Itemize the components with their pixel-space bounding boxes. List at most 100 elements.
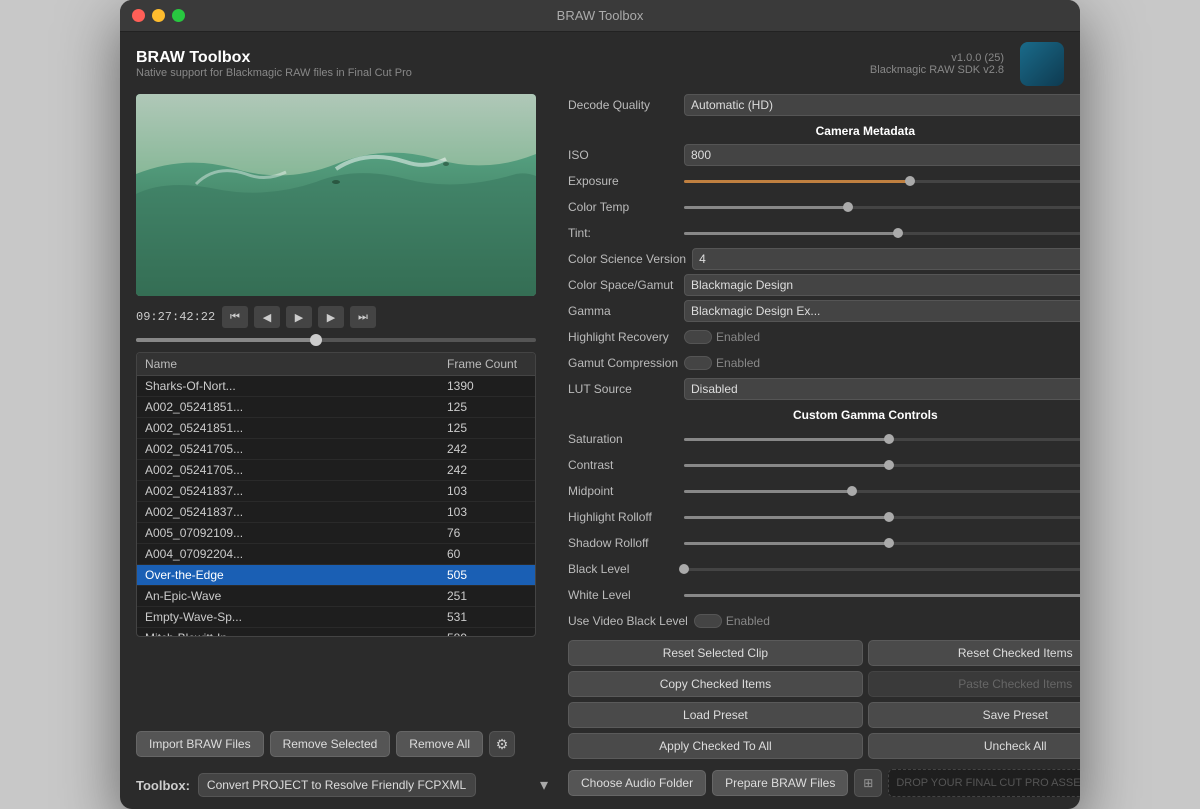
maximize-button[interactable] [172,9,185,22]
black-level-slider-container: 0.00 [684,562,1080,576]
settings-icon[interactable]: ⚙ [489,731,515,757]
lut-source-label: LUT Source [568,382,678,396]
shadow-rolloff-thumb[interactable] [884,538,894,548]
play-button[interactable]: ▶ [286,306,312,328]
color-science-row: Color Science Version 4 [568,248,1080,270]
exposure-thumb[interactable] [905,176,915,186]
white-level-label: White Level [568,588,678,602]
file-frames: 76 [447,526,527,540]
import-braw-button[interactable]: Import BRAW Files [136,731,264,757]
saturation-thumb[interactable] [884,434,894,444]
minimize-button[interactable] [152,9,165,22]
file-list-row[interactable]: A002_05241837...103 [137,502,535,523]
save-preset-button[interactable]: Save Preset [868,702,1080,728]
decode-quality-select[interactable]: Automatic (HD) [684,94,1080,116]
file-list-row[interactable]: Over-the-Edge505 [137,565,535,586]
file-list-header: Name Frame Count [137,353,535,376]
remove-all-button[interactable]: Remove All [396,731,483,757]
prepare-braw-files-button[interactable]: Prepare BRAW Files [712,770,848,796]
reset-checked-items-button[interactable]: Reset Checked Items [868,640,1080,666]
remove-selected-button[interactable]: Remove Selected [270,731,391,757]
import-buttons: Import BRAW Files Remove Selected Remove… [136,725,556,761]
contrast-slider[interactable] [684,464,1080,467]
tint-slider[interactable] [684,232,1080,235]
uncheck-all-button[interactable]: Uncheck All [868,733,1080,759]
scrubber-handle[interactable] [310,334,322,346]
close-button[interactable] [132,9,145,22]
contrast-thumb[interactable] [884,460,894,470]
highlight-recovery-toggle-bg[interactable] [684,330,712,344]
choose-audio-folder-button[interactable]: Choose Audio Folder [568,770,706,796]
drop-zone[interactable]: DROP YOUR FINAL CUT PRO ASSET HERE [888,769,1080,797]
file-name: An-Epic-Wave [145,589,447,603]
color-temp-thumb[interactable] [843,202,853,212]
file-list-row[interactable]: A002_05241837...103 [137,481,535,502]
midpoint-thumb[interactable] [847,486,857,496]
go-to-end-button[interactable]: ⏭ [350,306,376,328]
file-frames: 589 [447,631,527,636]
black-level-row: Black Level 0.00 [568,558,1080,580]
file-frames: 505 [447,568,527,582]
file-name: A005_07092109... [145,526,447,540]
step-back-button[interactable]: ◀ [254,306,280,328]
color-science-select[interactable]: 4 [692,248,1080,270]
file-name: A002_05241851... [145,421,447,435]
copy-checked-items-button[interactable]: Copy Checked Items [568,671,863,697]
highlight-recovery-value: Enabled [716,330,760,344]
reset-selected-clip-button[interactable]: Reset Selected Clip [568,640,863,666]
file-list: Name Frame Count Sharks-Of-Nort...1390A0… [136,352,536,637]
file-list-row[interactable]: Sharks-Of-Nort...1390 [137,376,535,397]
color-space-select[interactable]: Blackmagic Design [684,274,1080,296]
use-video-black-toggle-bg[interactable] [694,614,722,628]
file-list-row[interactable]: An-Epic-Wave251 [137,586,535,607]
black-level-label: Black Level [568,562,678,576]
gamma-select[interactable]: Blackmagic Design Ex... [684,300,1080,322]
tint-thumb[interactable] [893,228,903,238]
file-list-row[interactable]: A005_07092109...76 [137,523,535,544]
toolbox-select-wrapper: Convert PROJECT to Resolve Friendly FCPX… [198,773,556,797]
prepare-braw-icon[interactable]: ⊞ [854,769,882,797]
midpoint-slider[interactable] [684,490,1080,493]
titlebar: BRAW Toolbox [120,0,1080,32]
color-temp-slider[interactable] [684,206,1080,209]
black-level-slider[interactable] [684,568,1080,571]
paste-checked-items-button[interactable]: Paste Checked Items [868,671,1080,697]
decode-quality-select-wrapper: Automatic (HD) [684,94,1080,116]
highlight-rolloff-thumb[interactable] [884,512,894,522]
go-to-start-button[interactable]: ⏮ [222,306,248,328]
file-frames: 1390 [447,379,527,393]
saturation-slider[interactable] [684,438,1080,441]
main-content: 09:27:42:22 ⏮ ◀ ▶ ▶ ⏭ Name Frame [120,94,1080,809]
apply-checked-to-all-button[interactable]: Apply Checked To All [568,733,863,759]
file-list-row[interactable]: A002_05241705...242 [137,460,535,481]
scrubber[interactable] [136,338,536,342]
camera-metadata-header: Camera Metadata [568,120,1080,140]
scrubber-row [136,338,556,346]
white-level-slider[interactable] [684,594,1080,597]
black-level-thumb[interactable] [679,564,689,574]
file-list-row[interactable]: A002_05241705...242 [137,439,535,460]
iso-select[interactable]: 800 [684,144,1080,166]
load-preset-button[interactable]: Load Preset [568,702,863,728]
file-frames: 103 [447,484,527,498]
highlight-rolloff-slider[interactable] [684,516,1080,519]
decode-quality-row: Decode Quality Automatic (HD) [568,94,1080,116]
gamut-compression-toggle-bg[interactable] [684,356,712,370]
lut-source-select[interactable]: Disabled [684,378,1080,400]
scrubber-fill [136,338,316,342]
file-list-row[interactable]: A004_07092204...60 [137,544,535,565]
toolbox-select[interactable]: Convert PROJECT to Resolve Friendly FCPX… [198,773,476,797]
step-forward-button[interactable]: ▶ [318,306,344,328]
file-list-body[interactable]: Sharks-Of-Nort...1390A002_05241851...125… [137,376,535,636]
shadow-rolloff-slider[interactable] [684,542,1080,545]
exposure-fill [684,180,910,183]
file-list-row[interactable]: A002_05241851...125 [137,418,535,439]
file-frames: 242 [447,442,527,456]
file-list-row[interactable]: A002_05241851...125 [137,397,535,418]
exposure-slider[interactable] [684,180,1080,183]
file-list-row[interactable]: Mitch-Blewitt-In...589 [137,628,535,636]
file-list-row[interactable]: Empty-Wave-Sp...531 [137,607,535,628]
right-panel: Decode Quality Automatic (HD) Camera Met… [556,94,1080,801]
file-name: A002_05241705... [145,463,447,477]
color-temp-row: Color Temp 5600 [568,196,1080,218]
